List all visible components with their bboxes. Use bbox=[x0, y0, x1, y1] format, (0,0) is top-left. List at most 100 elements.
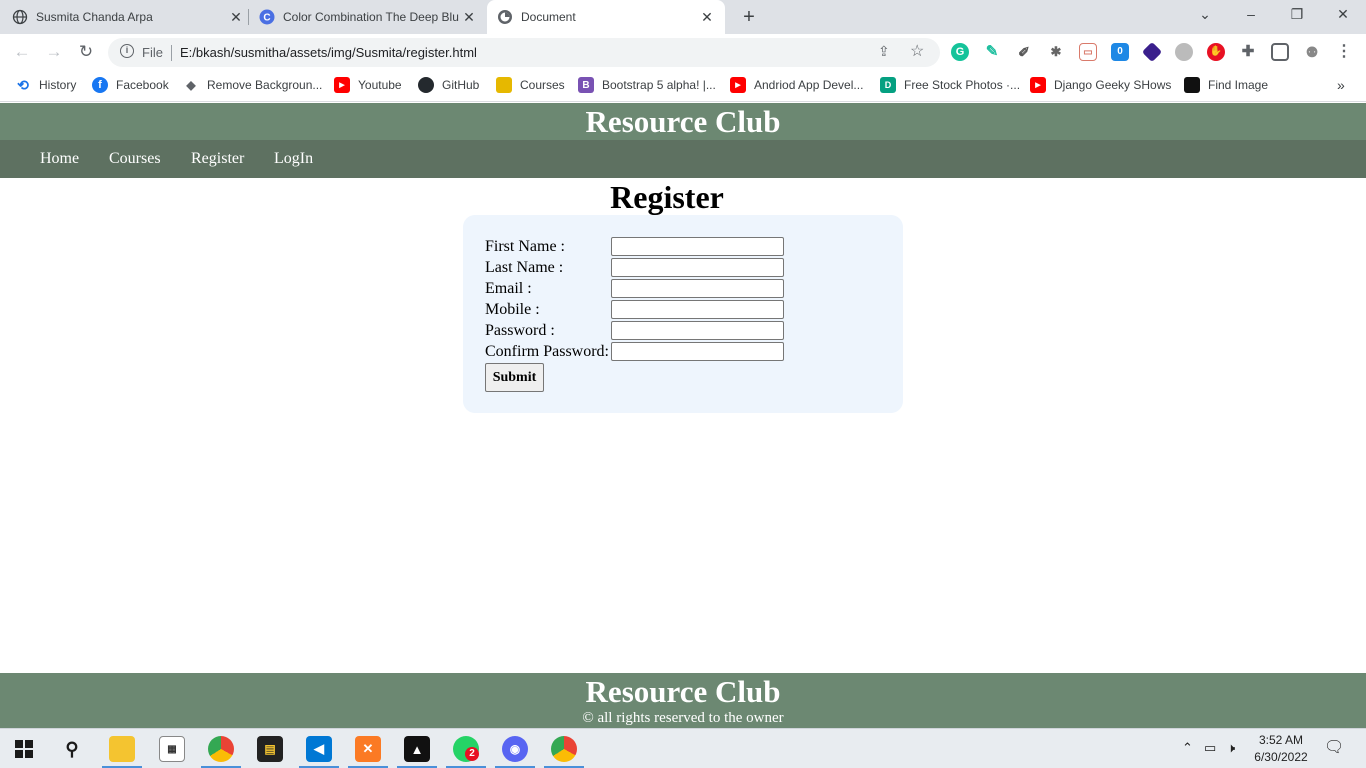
last-name-label: Last Name : bbox=[485, 259, 564, 276]
bookmark-label: Courses bbox=[520, 78, 565, 92]
bookmark-youtube[interactable]: ▶ Youtube bbox=[334, 77, 402, 93]
stock-icon: D bbox=[880, 77, 896, 93]
menu-kebab-icon[interactable]: ⋮ bbox=[1335, 43, 1353, 61]
diamond-extension-icon[interactable] bbox=[1141, 41, 1163, 63]
share-icon[interactable]: ⇪ bbox=[878, 43, 890, 60]
address-bar[interactable]: i File E:/bkash/susmitha/assets/img/Susm… bbox=[108, 38, 940, 67]
code-blocks-icon[interactable]: ▦ bbox=[159, 736, 185, 762]
reload-icon[interactable]: ↻ bbox=[76, 42, 96, 62]
tab-close-icon[interactable]: ✕ bbox=[699, 9, 715, 26]
new-tab-plus-icon[interactable]: + bbox=[738, 6, 760, 29]
mobile-field[interactable] bbox=[611, 300, 784, 319]
email-label: Email : bbox=[485, 280, 532, 297]
globe-icon bbox=[12, 9, 28, 25]
github-icon bbox=[418, 77, 434, 93]
site-nav: Home Courses Register LogIn bbox=[0, 140, 1366, 178]
browser-toolbar: ← → ↻ i File E:/bkash/susmitha/assets/im… bbox=[0, 34, 1366, 71]
profile-avatar-icon[interactable]: ⚉ bbox=[1303, 43, 1321, 61]
info-icon[interactable]: i bbox=[120, 44, 134, 58]
tab-divider bbox=[248, 9, 249, 25]
first-name-field[interactable] bbox=[611, 237, 784, 256]
side-panel-icon[interactable] bbox=[1271, 43, 1289, 61]
tab-close-icon[interactable]: ✕ bbox=[228, 9, 244, 26]
bookmark-stock-photos[interactable]: D Free Stock Photos ·... bbox=[880, 77, 1020, 93]
notifications-icon[interactable]: 🗨 bbox=[1324, 737, 1344, 757]
tab-title: Susmita Chanda Arpa bbox=[36, 10, 153, 24]
bookmark-bootstrap[interactable]: B Bootstrap 5 alpha! |... bbox=[578, 77, 716, 93]
window-extension-icon[interactable]: ▭ bbox=[1079, 43, 1097, 61]
chrome-icon[interactable] bbox=[208, 736, 234, 762]
bookmark-label: Remove Backgroun... bbox=[207, 78, 323, 92]
whatsapp-icon[interactable]: 2 bbox=[453, 736, 479, 762]
clock-time: 3:52 AM bbox=[1258, 733, 1304, 747]
vscode-icon[interactable]: ◀ bbox=[306, 736, 332, 762]
youtube-icon: ▶ bbox=[1030, 77, 1046, 93]
tab-search-chevron-icon[interactable]: ⌄ bbox=[1194, 6, 1216, 23]
eyedropper-icon[interactable]: ✐ bbox=[1015, 43, 1033, 61]
scheme-label: File bbox=[142, 45, 163, 60]
grammarly-icon[interactable]: G bbox=[951, 43, 969, 61]
discord-icon[interactable]: ◉ bbox=[502, 736, 528, 762]
tab-document[interactable]: Document ✕ bbox=[487, 0, 725, 34]
register-form-card: First Name : Last Name : Email : Mobile … bbox=[463, 215, 903, 413]
nav-home-link[interactable]: Home bbox=[40, 150, 79, 168]
last-name-field[interactable] bbox=[611, 258, 784, 277]
close-window-icon[interactable]: ✕ bbox=[1332, 6, 1354, 23]
file-explorer-icon[interactable] bbox=[109, 736, 135, 762]
url-text[interactable]: E:/bkash/susmitha/assets/img/Susmita/reg… bbox=[180, 45, 477, 60]
youtube-icon: ▶ bbox=[730, 77, 746, 93]
xampp-icon[interactable]: ✕ bbox=[355, 736, 381, 762]
tab-title: Color Combination The Deep Blu bbox=[283, 10, 459, 24]
confirm-password-field[interactable] bbox=[611, 342, 784, 361]
search-icon[interactable]: ⚲ bbox=[59, 736, 85, 762]
nav-register-link[interactable]: Register bbox=[191, 150, 244, 168]
tab-color-combination[interactable]: C Color Combination The Deep Blu ✕ bbox=[259, 0, 477, 34]
tab-close-icon[interactable]: ✕ bbox=[461, 9, 477, 26]
password-field[interactable] bbox=[611, 321, 784, 340]
bookmark-label: Free Stock Photos ·... bbox=[904, 78, 1021, 92]
bug-icon[interactable]: ✱ bbox=[1047, 43, 1065, 61]
clock-date: 6/30/2022 bbox=[1254, 750, 1308, 764]
address-divider bbox=[171, 45, 172, 61]
windows-start-icon[interactable] bbox=[11, 736, 37, 762]
chip-app-icon[interactable]: ▤ bbox=[257, 736, 283, 762]
bookmark-remove-background[interactable]: ◆ Remove Backgroun... bbox=[183, 77, 322, 93]
c-icon: C bbox=[259, 9, 275, 25]
back-arrow-icon[interactable]: ← bbox=[12, 42, 32, 62]
volume-icon[interactable]: 🕨 bbox=[1227, 740, 1235, 756]
pen-extension-icon[interactable]: ✎ bbox=[983, 43, 1001, 61]
restore-icon[interactable]: ❐ bbox=[1286, 6, 1308, 23]
nav-login-link[interactable]: LogIn bbox=[274, 150, 313, 168]
chrome-profile-icon[interactable] bbox=[551, 736, 577, 762]
extension-badge-icon[interactable]: 0 bbox=[1111, 43, 1129, 61]
photos-icon[interactable]: ▲ bbox=[404, 736, 430, 762]
taskbar-clock[interactable]: 3:52 AM 6/30/2022 bbox=[1250, 732, 1312, 766]
adblock-icon[interactable]: ✋ bbox=[1207, 43, 1225, 61]
network-icon[interactable]: ▭ bbox=[1204, 740, 1216, 756]
youtube-icon: ▶ bbox=[334, 77, 350, 93]
submit-button[interactable]: Submit bbox=[485, 363, 544, 392]
bookmark-github[interactable]: GitHub bbox=[418, 77, 479, 93]
confirm-password-label: Confirm Password: bbox=[485, 343, 609, 360]
more-bookmarks-chevron-icon[interactable]: » bbox=[1337, 77, 1345, 93]
bookmark-star-icon[interactable]: ☆ bbox=[910, 41, 924, 61]
bookmark-django[interactable]: ▶ Django Geeky SHows bbox=[1030, 77, 1171, 93]
puzzle-extensions-icon[interactable]: ✚ bbox=[1239, 43, 1257, 61]
footer-title: Resource Club bbox=[585, 674, 781, 709]
minimize-icon[interactable]: – bbox=[1240, 6, 1262, 22]
bookmark-label: History bbox=[39, 78, 77, 92]
bookmark-find-image[interactable]: Find Image bbox=[1184, 77, 1268, 93]
bookmark-android-dev[interactable]: ▶ Andriod App Devel... bbox=[730, 77, 863, 93]
nav-courses-link[interactable]: Courses bbox=[109, 150, 161, 168]
tray-chevron-icon[interactable]: ⌃ bbox=[1182, 740, 1193, 756]
site-footer: Resource Club © all rights reserved to t… bbox=[0, 673, 1366, 728]
forward-arrow-icon[interactable]: → bbox=[44, 42, 64, 62]
bookmark-facebook[interactable]: f Facebook bbox=[92, 77, 169, 93]
tab-susmita[interactable]: Susmita Chanda Arpa ✕ bbox=[12, 0, 244, 34]
bookmark-courses[interactable]: Courses bbox=[496, 77, 565, 93]
email-field[interactable] bbox=[611, 279, 784, 298]
site-title: Resource Club bbox=[585, 104, 781, 139]
bookmark-label: Django Geeky SHows bbox=[1054, 78, 1172, 92]
bookmark-history[interactable]: ⟲ History bbox=[15, 77, 76, 93]
circle-extension-icon[interactable] bbox=[1175, 43, 1193, 61]
